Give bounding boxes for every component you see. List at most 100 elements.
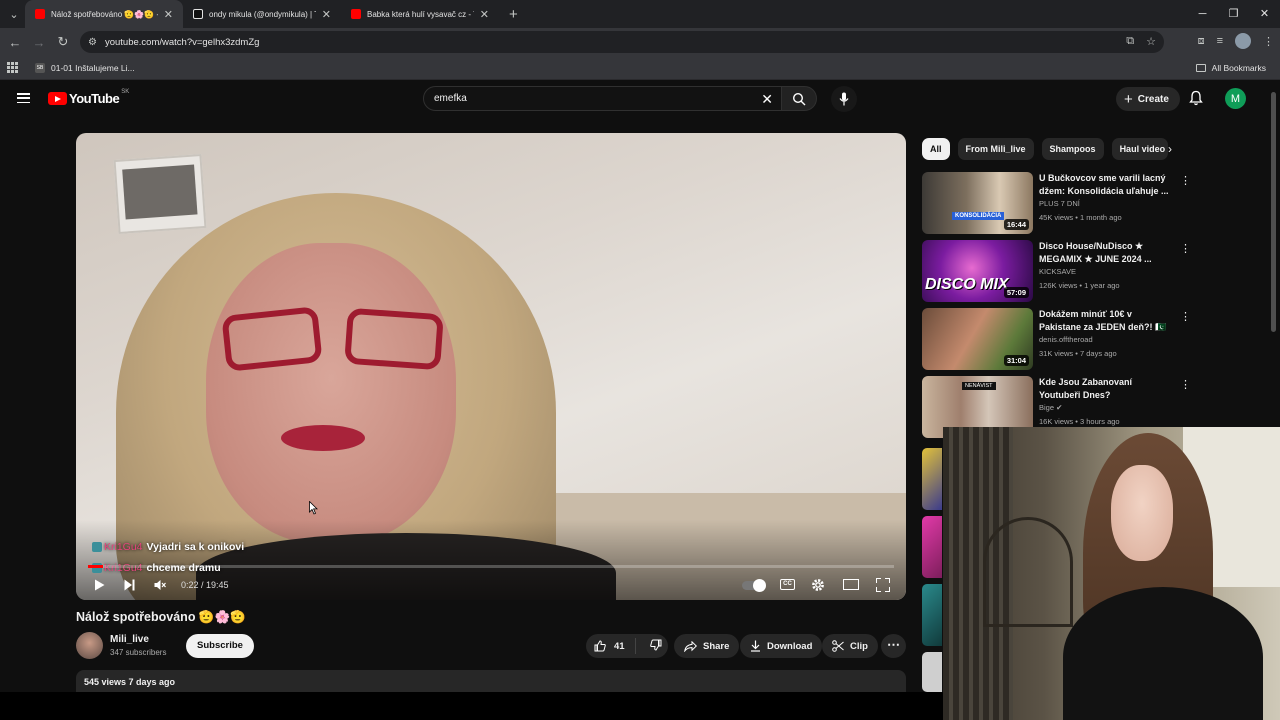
site-info-icon[interactable]: ⚙: [88, 37, 97, 48]
minimize-icon[interactable]: ─: [1187, 0, 1218, 28]
video-meta: 45K views • 1 month ago: [1039, 213, 1122, 222]
download-button[interactable]: Download: [740, 634, 823, 658]
bookmark-star-icon[interactable]: ☆: [1146, 35, 1156, 48]
clip-button[interactable]: Clip: [822, 634, 878, 658]
channel-name: KICKSAVE: [1039, 267, 1076, 276]
share-button[interactable]: Share: [674, 634, 740, 658]
captions-icon[interactable]: CC: [780, 579, 795, 590]
voice-search-button[interactable]: [831, 86, 857, 112]
related-filter-chips: All From Mili_live Shampoos Haul video: [922, 138, 1168, 160]
fullscreen-icon[interactable]: [876, 578, 890, 592]
video-thumbnail[interactable]: 31:04: [922, 308, 1033, 370]
menu-icon[interactable]: [17, 93, 30, 103]
video-thumbnail[interactable]: KONSOLIDÁCIA 16:44: [922, 172, 1033, 234]
video-duration: 57:09: [1003, 287, 1029, 298]
kebab-menu-icon[interactable]: ⋮: [1180, 174, 1191, 187]
recommended-video[interactable]: KONSOLIDÁCIA 16:44 U Bučkovcov sme varil…: [922, 172, 1192, 236]
address-bar[interactable]: ⚙ youtube.com/watch?v=gelhx3zdmZg ⧉ ☆: [80, 31, 1164, 53]
chip-haul-video[interactable]: Haul video: [1111, 138, 1168, 160]
clip-label: Clip: [850, 640, 868, 652]
settings-gear-icon[interactable]: [811, 578, 825, 592]
new-tab-icon[interactable]: +: [509, 6, 518, 23]
profile-avatar[interactable]: [1235, 33, 1251, 49]
close-tab-icon[interactable]: ✕: [480, 8, 489, 21]
video-thumbnail[interactable]: [922, 448, 942, 510]
video-meta: 16K views • 3 hours ago: [1039, 417, 1120, 426]
video-player[interactable]: Kri1Gu4 Vyjadri sa k onikovi Kri1Gu4 chc…: [76, 133, 906, 600]
video-thumbnail[interactable]: DISCO MIX 57:09: [922, 240, 1033, 302]
channel-name: PLUS 7 DNÍ: [1039, 199, 1080, 208]
reload-icon[interactable]: ↻: [51, 34, 75, 50]
close-window-icon[interactable]: ✕: [1249, 0, 1280, 28]
bookmarks-bar: SB 01-01 Inštalujeme Li... All Bookmarks: [0, 56, 1280, 80]
video-title: U Bučkovcov sme varili lacný džem: Konso…: [1039, 173, 1169, 196]
maximize-icon[interactable]: ❐: [1218, 0, 1249, 28]
video-meta: 126K views • 1 year ago: [1039, 281, 1120, 290]
download-icon: [751, 640, 760, 652]
dislike-button[interactable]: [642, 639, 662, 654]
kebab-menu-icon[interactable]: ⋮: [1180, 378, 1191, 391]
recommended-video[interactable]: 31:04 Dokážem minúť 10€ v Pakistane za J…: [922, 308, 1192, 372]
autoplay-toggle[interactable]: [742, 579, 766, 592]
search-button[interactable]: [781, 86, 817, 111]
like-count: 41: [614, 640, 625, 652]
chip-shampoos[interactable]: Shampoos: [1041, 138, 1104, 160]
play-icon[interactable]: [94, 579, 105, 591]
browser-tab-1[interactable]: Nálož spotřebováno 🫡🌸🫡 - YouTube ✕: [25, 0, 183, 28]
time-display: 0:22 / 19:45: [181, 580, 229, 590]
extensions-icon[interactable]: ⧈: [1198, 35, 1205, 48]
bookmark-item[interactable]: SB 01-01 Inštalujeme Li...: [35, 62, 135, 73]
channel-avatar[interactable]: [76, 632, 103, 659]
kebab-menu-icon[interactable]: ⋮: [1180, 310, 1191, 323]
download-label: Download: [767, 640, 813, 652]
tab-title: Babka která hulí vysavač cz - YouTube: [367, 9, 474, 19]
video-meta: 31K views • 7 days ago: [1039, 349, 1117, 358]
close-tab-icon[interactable]: ✕: [164, 8, 173, 21]
url-text: youtube.com/watch?v=gelhx3zdmZg: [104, 36, 260, 48]
create-button[interactable]: + Create: [1116, 87, 1180, 111]
chip-all[interactable]: All: [922, 138, 950, 160]
browser-tab-2[interactable]: ondy mikula (@ondymikula) | TikTok ✕: [183, 0, 341, 28]
youtube-header: YouTube SK emefka ✕ + Create M: [0, 80, 1280, 118]
browser-tabstrip: ⌄ Nálož spotřebováno 🫡🌸🫡 - YouTube ✕ ond…: [0, 0, 1280, 28]
youtube-logo[interactable]: YouTube SK: [48, 89, 129, 106]
mouse-cursor-icon: [309, 501, 318, 515]
description-box[interactable]: 545 views 7 days ago: [76, 670, 906, 692]
all-bookmarks[interactable]: All Bookmarks: [1195, 63, 1266, 73]
browser-menu-icon[interactable]: ⋮: [1263, 35, 1274, 48]
close-tab-icon[interactable]: ✕: [322, 8, 331, 21]
volume-icon[interactable]: [154, 579, 166, 591]
subscriber-count: 347 subscribers: [110, 648, 167, 657]
theater-mode-icon[interactable]: [843, 579, 859, 590]
back-icon[interactable]: ←: [3, 35, 27, 50]
video-duration: 31:04: [1003, 355, 1029, 366]
youtube-play-logo-icon: [48, 92, 67, 105]
account-avatar[interactable]: M: [1225, 88, 1246, 109]
apps-grid-icon[interactable]: [7, 61, 19, 74]
video-thumbnail[interactable]: [922, 652, 942, 692]
chevron-right-icon[interactable]: ›: [1168, 142, 1172, 156]
video-thumbnail[interactable]: [922, 584, 942, 646]
like-button[interactable]: 41: [586, 638, 636, 654]
clear-search-icon[interactable]: ✕: [761, 91, 773, 108]
notifications-bell-icon[interactable]: [1189, 90, 1203, 106]
channel-name[interactable]: Mili_live: [110, 634, 149, 645]
kebab-menu-icon[interactable]: ⋮: [1180, 242, 1191, 255]
media-controls-icon[interactable]: ≡: [1217, 35, 1223, 47]
subscribe-button[interactable]: Subscribe: [186, 634, 254, 658]
next-icon[interactable]: [124, 579, 135, 591]
recommended-video[interactable]: DISCO MIX 57:09 Disco House/NuDisco ★ ME…: [922, 240, 1192, 304]
tab-search-icon[interactable]: ⌄: [3, 4, 25, 24]
chip-from-channel[interactable]: From Mili_live: [957, 138, 1034, 160]
page-scrollbar[interactable]: [1271, 92, 1276, 332]
forward-icon[interactable]: →: [27, 35, 51, 50]
search-input[interactable]: emefka ✕: [423, 86, 782, 111]
video-title: Nálož spotřebováno 🫡🌸🫡: [76, 610, 246, 624]
video-thumbnail[interactable]: [922, 516, 942, 578]
install-app-icon[interactable]: ⧉: [1126, 35, 1134, 48]
progress-bar[interactable]: [88, 565, 894, 568]
tiktok-favicon-icon: [193, 9, 203, 19]
more-actions-icon[interactable]: ⋯: [881, 634, 906, 658]
browser-tab-3[interactable]: Babka která hulí vysavač cz - YouTube ✕: [341, 0, 499, 28]
thumbnail-text: DISCO MIX: [925, 276, 1009, 293]
